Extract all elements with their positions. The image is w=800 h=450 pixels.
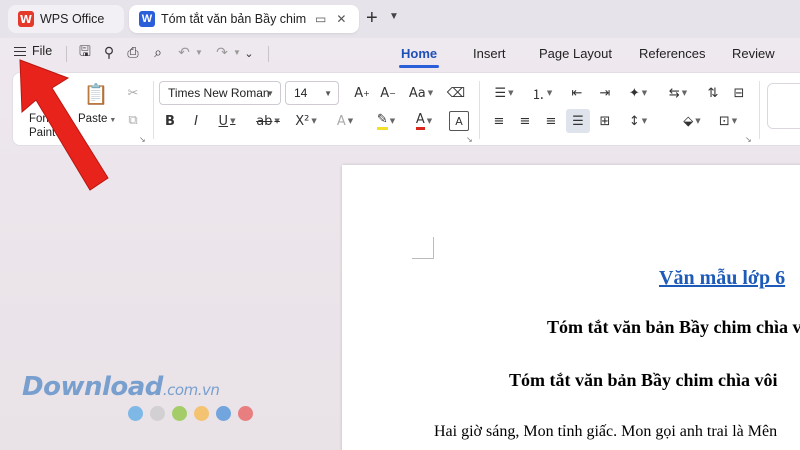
doc-heading: Tóm tắt văn bản Bầy chim chìa vôi (547, 317, 800, 337)
monitor-icon[interactable]: ▭ (315, 12, 326, 26)
font-size-select[interactable]: 14 ▼ (285, 81, 339, 105)
doc-title: Văn mẫu lớp 6 (659, 267, 786, 289)
italic-icon[interactable]: I (187, 111, 205, 131)
align-left-icon[interactable]: ≡ (489, 111, 509, 131)
font-name-value: Times New Roman (168, 86, 270, 100)
paste-label: Paste (78, 113, 108, 125)
watermark-dots (128, 406, 253, 421)
increase-indent-icon[interactable]: ⇥ (595, 83, 615, 103)
tab-page-layout[interactable]: Page Layout (539, 46, 612, 61)
justify-icon[interactable]: ☰ (568, 111, 588, 131)
shading-icon[interactable]: ⬙ ▼ (677, 111, 707, 131)
format-painter-label[interactable]: Form Painte (29, 112, 62, 140)
quick-access-bar: File 🖫 ⚲ ⎙ ⌕ ↶ ▼ ↷ ▼ ⌄ Home Insert Page … (0, 38, 800, 68)
new-tab-button[interactable]: + (366, 7, 378, 29)
doc-paragraph: Hai giờ sáng, Mon tỉnh giấc. Mon gọi anh… (434, 423, 778, 440)
redo-icon[interactable]: ↷ (212, 43, 232, 63)
file-menu-button[interactable]: File (14, 44, 52, 59)
change-case-icon[interactable]: Aa ▼ (407, 83, 435, 103)
decrease-indent-icon[interactable]: ⇤ (567, 83, 587, 103)
text-effect-icon[interactable]: A ▼ (331, 111, 359, 131)
distributed-icon[interactable]: ⊞ (595, 111, 615, 131)
chevron-down-icon[interactable]: ▼ (389, 11, 399, 22)
format-icon[interactable]: ⚲ (99, 43, 119, 63)
tab-review[interactable]: Review (732, 46, 775, 61)
bullets-icon[interactable]: ☰ ▼ (489, 83, 519, 103)
font-size-value: 14 (294, 86, 308, 100)
tab-bar: W WPS Office W Tóm tắt văn bản Bầy chim … (0, 0, 800, 38)
shrink-font-icon[interactable]: A − (377, 83, 399, 103)
tab-label: WPS Office (40, 12, 105, 26)
watermark-brand: Download (22, 372, 163, 402)
asian-layout-icon[interactable]: ✦ ▼ (623, 83, 653, 103)
divider (268, 46, 269, 62)
cut-icon[interactable]: ✂ (123, 83, 143, 103)
tab-insert[interactable]: Insert (473, 46, 506, 61)
watermark-dot (128, 406, 143, 421)
chevron-down-icon: ▼ (266, 88, 274, 98)
chevron-down-icon: ▼ (109, 117, 117, 124)
align-right-icon[interactable]: ≡ (541, 111, 561, 131)
grow-font-icon[interactable]: A + (351, 83, 373, 103)
strikethrough-icon[interactable]: ab ▼ (253, 111, 283, 131)
wps-logo-icon: W (18, 11, 34, 27)
line-spacing-icon[interactable]: ↕ ▼ (623, 111, 653, 131)
divider (66, 46, 67, 62)
watermark-dot (238, 406, 253, 421)
file-label: File (32, 44, 53, 59)
divider (153, 81, 154, 139)
margin-corner-mark (412, 237, 434, 259)
save-icon[interactable]: 🖫 (75, 43, 95, 63)
customize-chevron-icon[interactable]: ⌄ (239, 43, 259, 63)
watermark-dot (150, 406, 165, 421)
styles-gallery[interactable] (767, 83, 800, 129)
watermark-logo: Download.com.vn (22, 372, 220, 402)
font-name-select[interactable]: Times New Roman ▼ (159, 81, 281, 105)
close-icon[interactable]: ✕ (336, 12, 346, 26)
ribbon-home: 📋 ✂ ⧉ Form Painte Paste ▼ ↘ Times New Rom… (12, 72, 800, 146)
watermark-suffix: .com.vn (162, 381, 220, 399)
divider (759, 81, 760, 139)
dialog-launcher-icon[interactable]: ↘ (139, 135, 146, 144)
tab-home[interactable]: Home (401, 46, 437, 61)
watermark-dot (216, 406, 231, 421)
tab-label: Tóm tắt văn bản Bầy chim chìa vôi (161, 12, 309, 26)
align-center-icon[interactable]: ≡ (515, 111, 535, 131)
numbering-icon[interactable]: ⒈ ▼ (527, 83, 557, 103)
dialog-launcher-icon[interactable]: ↘ (745, 135, 752, 144)
paste-button[interactable]: Paste ▼ (78, 113, 116, 125)
superscript-icon[interactable]: X² ▼ (291, 111, 321, 131)
highlight-icon[interactable]: ✎ ▼ (371, 111, 401, 131)
active-tab-indicator (399, 65, 439, 68)
tab-wps-office[interactable]: W WPS Office (8, 5, 124, 33)
undo-icon[interactable]: ↶ (174, 43, 194, 63)
chevron-down-icon: ▼ (324, 88, 332, 98)
show-hide-icon[interactable]: ⊟ (729, 83, 749, 103)
dialog-launcher-icon[interactable]: ↘ (466, 135, 473, 144)
watermark-dot (172, 406, 187, 421)
print-icon[interactable]: ⎙ (123, 43, 143, 63)
font-color-icon[interactable]: A ▼ (409, 111, 439, 131)
copy-icon[interactable]: ⧉ (123, 110, 143, 130)
underline-icon[interactable]: U ▼ (213, 111, 241, 131)
print-preview-icon[interactable]: ⌕ (148, 43, 168, 63)
writer-doc-icon: W (139, 11, 155, 27)
doc-subheading: Tóm tắt văn bản Bầy chim chìa vôi (509, 370, 778, 390)
bold-icon[interactable]: B (161, 111, 179, 131)
tab-document[interactable]: W Tóm tắt văn bản Bầy chim chìa vôi ▭ ✕ (129, 5, 359, 33)
tab-references[interactable]: References (639, 46, 705, 61)
watermark-dot (194, 406, 209, 421)
character-border-icon[interactable]: A (449, 111, 469, 131)
document-page[interactable]: Văn mẫu lớp 6 Tóm tắt văn bản Bầy chim c… (342, 165, 800, 450)
sort-icon[interactable]: ⇅ (703, 83, 723, 103)
text-direction-icon[interactable]: ⇆ ▼ (663, 83, 693, 103)
divider (479, 81, 480, 139)
clear-format-icon[interactable]: ⌫ (445, 83, 467, 103)
chevron-down-icon[interactable]: ▼ (195, 48, 203, 57)
borders-icon[interactable]: ⊡ ▼ (713, 111, 743, 131)
paste-icon[interactable]: 📋 (83, 81, 109, 107)
hamburger-icon (14, 44, 26, 59)
